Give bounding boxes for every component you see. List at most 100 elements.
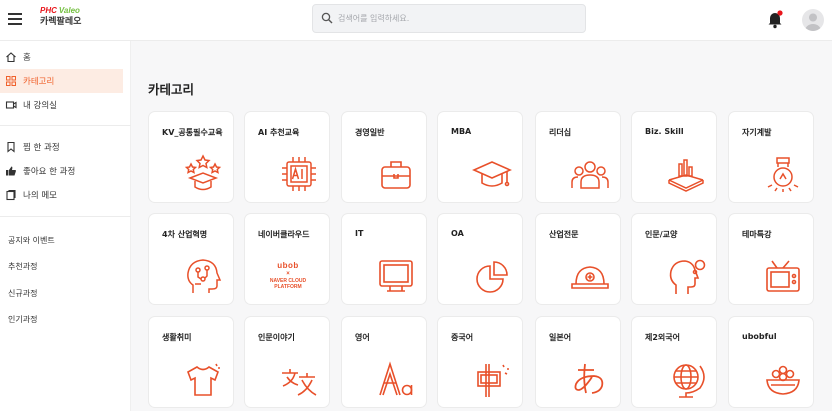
logo-brand: ubob [277,261,299,270]
category-card-hobby[interactable]: 생활취미 [148,316,234,408]
classroom-icon [5,101,17,109]
brand-logo[interactable]: PHC Valeo 카렉팔레오 [40,6,81,28]
category-card-ai[interactable]: AI 추천교육 [244,111,330,203]
tv-icon [766,260,800,292]
category-label: OA [451,229,464,238]
sidebar-item-label: 카테고리 [23,77,55,87]
category-card-management[interactable]: 경영일반 [341,111,427,203]
sidebar-link-new[interactable]: 신규과정 [8,288,37,299]
category-card-chinese[interactable]: 중국어 [437,316,523,408]
sidebar-item-label: 좋아요 한 과정 [23,167,76,177]
category-label: 네이버클라우드 [258,230,310,239]
category-card-bizskill[interactable]: Biz. Skill [631,111,717,203]
sidebar-item-label: 나의 메모 [23,191,57,201]
category-card-kv[interactable]: KV_공통필수교육 [148,111,234,203]
category-label: 영어 [355,333,370,342]
category-label: 리더십 [549,128,572,137]
category-card-humanities[interactable]: 인문/교양 [631,213,717,305]
category-label: ubobful [742,332,777,341]
sidebar-item-label: 내 강의실 [23,101,57,111]
page-title: 카테고리 [148,82,195,97]
team-icon [571,161,609,189]
category-label: 4차 산업혁명 [162,230,208,239]
menu-icon[interactable] [8,13,22,25]
logo-phc: PHC [40,6,57,15]
logo-name: 카렉팔레오 [40,17,82,27]
category-card-4th-industry[interactable]: 4차 산업혁명 [148,213,234,305]
logo-partner-sub: PLATFORM [274,284,302,290]
category-card-special[interactable]: 테마특강 [728,213,814,305]
category-card-second-language[interactable]: 제2외국어 [631,316,717,408]
monitor-icon [379,260,413,292]
category-card-leadership[interactable]: 리더십 [535,111,621,203]
notification-dot-icon [777,10,783,16]
category-card-story[interactable]: 인문이야기 [244,316,330,408]
category-card-ubobful[interactable]: ubobful [728,316,814,408]
sidebar-item-category[interactable]: 카테고리 [0,69,123,93]
category-label: 인문/교양 [645,230,678,239]
search-input[interactable]: 검색어를 입력하세요. [312,4,586,33]
category-label: 중국어 [451,333,474,342]
sidebar-link-recommended[interactable]: 추천과정 [8,261,37,272]
logo-valeo: Valeo [58,6,80,15]
category-label: KV_공통필수교육 [162,128,223,137]
category-label: 테마특강 [742,230,772,239]
thumbs-up-icon [6,166,16,176]
tshirt-icon [187,363,220,396]
stars-hat-icon [184,154,222,191]
chinese-char-icon [477,364,509,397]
sidebar-link-popular[interactable]: 인기과정 [8,314,37,325]
category-label: 자기계발 [742,128,772,137]
memo-icon [6,189,16,201]
sidebar: 홈 카테고리 내 강의실 찜 한 과정 좋아요 한 과정 나의 메모 공지와 이… [0,41,131,411]
sidebar-link-notice[interactable]: 공지와 이벤트 [8,235,55,246]
sidebar-divider [0,125,131,126]
search-placeholder: 검색어를 입력하세요. [338,14,410,23]
sidebar-item-classroom[interactable]: 내 강의실 [0,93,123,117]
bell-icon[interactable] [766,9,784,29]
sidebar-item-bookmarks[interactable]: 찜 한 과정 [0,135,123,159]
category-card-industry[interactable]: 산업전문 [535,213,621,305]
category-card-japanese[interactable]: 일본어 [535,316,621,408]
category-label: MBA [451,127,472,136]
category-label: 산업전문 [549,230,579,239]
top-header: PHC Valeo 카렉팔레오 검색어를 입력하세요. [0,0,832,41]
head-thought-icon [669,259,706,294]
head-circuit-icon [187,259,222,293]
sidebar-item-label: 홈 [23,53,31,63]
category-label: 제2외국어 [645,333,681,342]
briefcase-icon [381,161,411,189]
sidebar-item-memo[interactable]: 나의 메모 [0,183,123,207]
sidebar-divider [0,216,131,217]
category-card-mba[interactable]: MBA [437,111,523,203]
category-card-english[interactable]: 영어 [341,316,427,408]
search-icon [321,12,333,24]
lightbulb-icon [767,157,799,192]
grid-icon [6,76,16,86]
pie-chart-icon [476,261,508,293]
sidebar-item-label: 찜 한 과정 [23,143,60,153]
hardhat-icon [571,266,609,289]
hiragana-icon [574,363,604,394]
category-card-navercloud[interactable]: 네이버클라우드 ubob × NAVER CLOUD PLATFORM [244,213,330,305]
avatar[interactable] [802,9,824,31]
translate-icon [282,369,317,396]
sidebar-item-likes[interactable]: 좋아요 한 과정 [0,159,123,183]
book-chart-icon [668,159,704,192]
category-label: 인문이야기 [258,333,295,342]
home-icon [6,52,16,63]
graduation-cap-icon [472,161,512,187]
category-card-it[interactable]: IT [341,213,427,305]
alphabet-icon [379,361,413,396]
category-label: 생활취미 [162,333,192,342]
sidebar-item-home[interactable]: 홈 [0,45,123,69]
category-label: Biz. Skill [645,127,684,136]
category-label: IT [355,229,364,238]
user-icon [805,13,821,31]
category-label: 경영일반 [355,128,385,137]
logo-separator: × [286,271,290,277]
category-card-oa[interactable]: OA [437,213,523,305]
category-card-selfdev[interactable]: 자기계발 [728,111,814,203]
category-label: 일본어 [549,333,572,342]
globe-icon [673,364,705,398]
